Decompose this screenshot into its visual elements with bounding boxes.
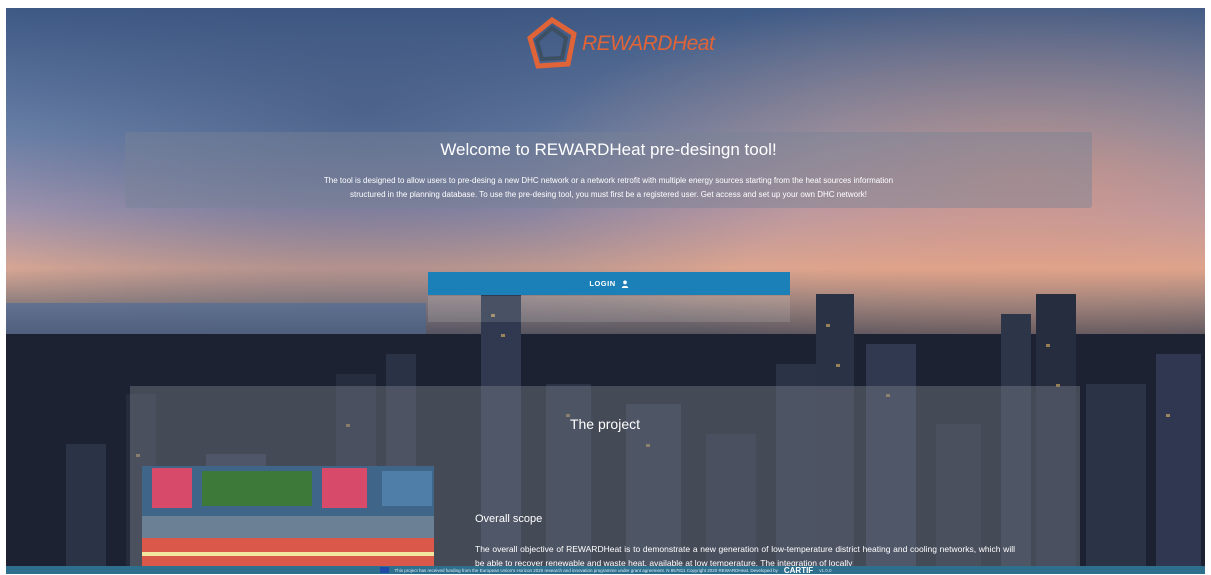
welcome-line-2: structured in the planning database. To … [349,190,868,199]
eu-flag-icon [379,567,389,573]
logo-text: REWARDHeat [582,32,715,55]
user-icon [621,280,628,288]
welcome-title: Welcome to REWARDHeat pre-desingn tool! [440,140,777,159]
scope-title: Overall scope [475,513,543,525]
footer-text: This project has received funding from t… [394,567,778,573]
welcome-line-1: The tool is designed to allow users to p… [323,176,894,185]
version-label: v1.0.0 [819,567,832,573]
developer-logo[interactable]: CARTIF [784,566,813,575]
rendering-illustration [142,466,434,568]
logo-icon [527,16,577,69]
project-image [142,466,434,568]
welcome-panel: Welcome to REWARDHeat pre-desingn tool! … [125,132,1092,208]
project-title: The project [569,416,641,432]
project-section: The project Overall scope The overall ob… [130,386,1080,568]
login-label: LOGIN [589,279,616,288]
app-logo[interactable]: REWARDHeat [526,16,715,72]
welcome-description: The tool is designed to allow users to p… [125,174,1092,202]
login-button[interactable]: LOGIN [428,272,790,295]
footer: This project has received funding from t… [6,566,1205,575]
login-backdrop [428,296,790,322]
